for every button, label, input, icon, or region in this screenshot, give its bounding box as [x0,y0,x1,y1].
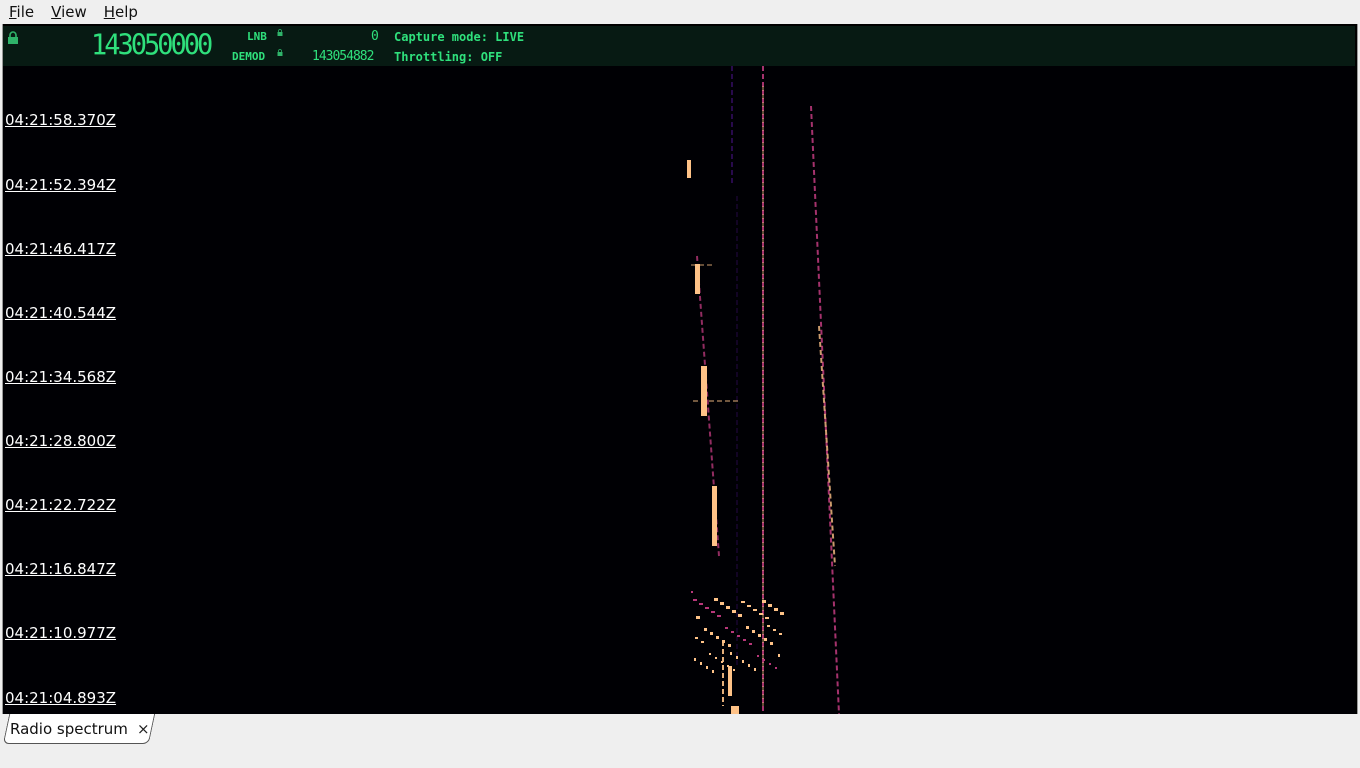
signal-burst [717,615,721,617]
lnb-label: LNB [247,30,267,43]
signal-burst [695,264,700,294]
signal-burst [738,614,742,617]
signal-burst [762,600,766,603]
signal-burst [725,627,728,629]
timestamp-label[interactable]: 04:21:58.370Z [5,111,116,129]
signal-burst [780,612,784,615]
signal-burst [746,626,749,629]
signal-burst [770,642,773,645]
waterfall-display[interactable] [3,66,1355,714]
timestamp-label[interactable]: 04:21:04.893Z [5,689,116,707]
signal-burst [749,643,752,645]
signal-burst [737,635,740,637]
throttling-status: Throttling: OFF [394,50,503,64]
signal-burst [712,670,714,673]
timestamp-label[interactable]: 04:21:22.722Z [5,496,116,514]
timestamp-label[interactable]: 04:21:34.568Z [5,368,116,386]
lnb-value[interactable]: 0 [371,29,379,44]
signal-burst [691,591,693,593]
timestamp-label[interactable]: 04:21:46.417Z [5,240,116,258]
signal-burst [704,628,707,631]
signal-burst [701,366,707,416]
signal-burst [711,611,715,613]
signal-burst [687,160,691,178]
signal-burst [774,608,778,611]
signal-burst [752,630,755,633]
tab-radio-spectrum-label[interactable]: Radio spectrum [10,714,128,744]
signal-burst [716,636,719,639]
signal-burst [701,641,704,643]
signal-burst [695,637,698,639]
time-axis: 04:21:58.370Z 04:21:52.394Z 04:21:46.417Z 0… [3,66,123,714]
signal-burst [710,632,713,635]
signal-burst [773,629,776,631]
signal-burst [732,610,736,613]
signal-burst [714,598,718,601]
signal-burst [741,601,745,603]
signal-burst [700,662,702,665]
frequency-header: 143050000 LNB 0 DEMOD 143054882 Capture … [3,26,1355,67]
main-frequency-display[interactable]: 143050000 [91,29,213,62]
signal-burst [757,655,759,657]
close-icon[interactable]: × [137,720,150,738]
signal-burst [747,605,751,607]
signal-burst [764,638,767,641]
signal-burst [709,653,711,655]
menu-view[interactable]: View [42,1,95,23]
signal-burst [736,656,738,659]
timestamp-label[interactable]: 04:21:10.977Z [5,624,116,642]
signal-burst [712,486,717,546]
signal-burst [768,604,772,607]
capture-mode-status: Capture mode: LIVE [394,30,525,44]
spectrum-panel: 143050000 LNB 0 DEMOD 143054882 Capture … [2,24,1358,714]
signal-burst [694,658,696,661]
timestamp-label[interactable]: 04:21:52.394Z [5,176,116,194]
signal-burst [715,657,717,659]
signal-burst [765,617,769,619]
demod-value[interactable]: 143054882 [312,49,374,64]
menu-file[interactable]: File [0,1,42,23]
signal-burst [726,606,730,609]
demod-lock-icon[interactable] [277,49,283,56]
signal-burst [775,667,777,669]
signal-burst [758,634,761,637]
timestamp-label[interactable]: 04:21:28.800Z [5,432,116,450]
signal-burst [720,602,724,605]
signal-burst [731,706,739,714]
signal-burst [753,609,757,611]
menu-bar: File View Help [0,0,1360,24]
signal-burst [731,631,734,633]
signal-burst [779,633,782,635]
signal-burst [728,666,732,696]
signal-burst [696,616,700,619]
timestamp-label[interactable]: 04:21:40.544Z [5,304,116,322]
lnb-lock-icon[interactable] [277,29,283,36]
timestamp-label[interactable]: 04:21:16.847Z [5,560,116,578]
signal-burst [733,669,735,671]
signal-burst [742,660,744,663]
signal-burst [699,603,703,605]
signal-burst [748,664,750,667]
signal-burst [705,607,709,609]
signal-burst [754,668,756,671]
lock-icon[interactable] [7,31,19,45]
signal-burst [778,654,780,657]
signal-burst [730,652,732,655]
signal-burst [767,625,770,627]
waterfall-background [3,66,1355,714]
signal-burst [728,644,731,647]
signal-burst [706,666,708,669]
tab-bar: Radio spectrum × [0,714,1360,768]
menu-help[interactable]: Help [95,1,146,23]
signal-burst [763,659,765,661]
signal-burst [759,613,763,615]
signal-burst [769,663,771,665]
signal-burst [743,639,746,641]
demod-label: DEMOD [232,50,266,63]
signal-burst [693,599,697,601]
